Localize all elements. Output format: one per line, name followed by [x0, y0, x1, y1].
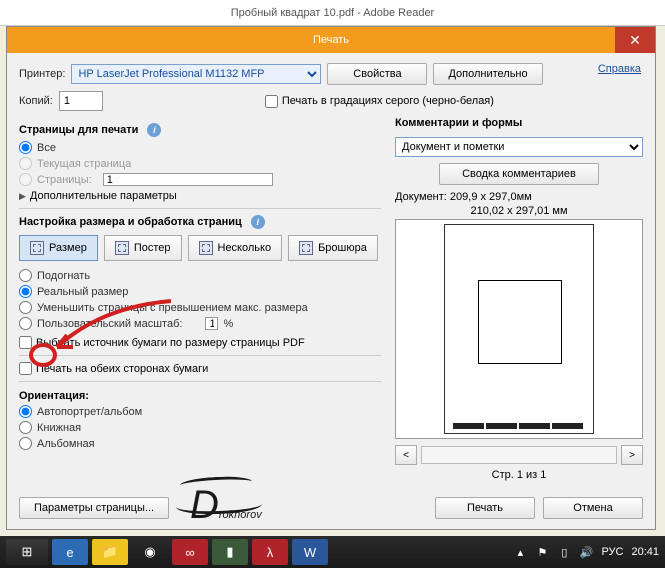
app-title: Пробный квадрат 10.pdf - Adobe Reader — [231, 7, 434, 19]
properties-button[interactable]: Свойства — [327, 63, 427, 85]
radio-all[interactable]: Все — [19, 141, 381, 154]
tray-up-icon[interactable]: ▴ — [513, 545, 527, 559]
info-icon[interactable]: i — [147, 123, 161, 137]
next-page-button[interactable]: > — [621, 445, 643, 465]
tab-multiple[interactable]: Несколько — [188, 235, 283, 261]
grayscale-label: Печать в градациях серого (черно-белая) — [282, 95, 494, 107]
preview-page — [444, 224, 594, 434]
info-icon[interactable]: i — [251, 215, 265, 229]
radio-actual[interactable]: Реальный размер — [19, 285, 381, 298]
tab-booklet[interactable]: Брошюра — [288, 235, 378, 261]
radio-fit[interactable]: Подогнать — [19, 269, 381, 282]
copies-input[interactable] — [59, 91, 103, 111]
page-indicator: Стр. 1 из 1 — [395, 469, 643, 481]
custom-scale-input[interactable] — [205, 317, 218, 330]
tray-flag-icon[interactable]: ⚑ — [535, 545, 549, 559]
radio-shrink[interactable]: Уменьшить страницы с превышением макс. р… — [19, 301, 381, 314]
taskbar-app1-icon[interactable]: ▮ — [212, 539, 248, 565]
dialog-title: Печать — [313, 34, 349, 46]
orientation-title: Ориентация: — [19, 390, 381, 402]
doc-dimensions: Документ: 209,9 x 297,0мм — [395, 191, 643, 203]
paper-dimensions: 210,02 x 297,01 мм — [395, 205, 643, 217]
radio-auto-orient[interactable]: Автопортрет/альбом — [19, 405, 381, 418]
prev-page-button[interactable]: < — [395, 445, 417, 465]
radio-custom[interactable]: Пользовательский масштаб: % — [19, 317, 381, 330]
radio-portrait[interactable]: Книжная — [19, 421, 381, 434]
taskbar-reader-icon[interactable]: λ — [252, 539, 288, 565]
print-preview — [395, 219, 643, 439]
pages-group-title: Страницы для печати i — [19, 123, 381, 137]
comments-title: Комментарии и формы — [395, 117, 643, 129]
radio-landscape[interactable]: Альбомная — [19, 437, 381, 450]
printer-select[interactable]: HP LaserJet Professional M1132 MFP — [71, 64, 321, 84]
printer-label: Принтер: — [19, 68, 65, 80]
duplex-checkbox[interactable]: Печать на обеих сторонах бумаги — [19, 362, 381, 375]
triangle-icon: ▶ — [19, 191, 26, 202]
print-dialog: Печать ✕ Справка Принтер: HP LaserJet Pr… — [6, 26, 656, 530]
taskbar-word-icon[interactable]: W — [292, 539, 328, 565]
sizing-group-title: Настройка размера и обработка страниц i — [19, 215, 381, 229]
taskbar: ⊞ e 📁 ◉ ∞ ▮ λ W ▴ ⚑ ▯ 🔊 РУС 20:41 — [0, 536, 665, 568]
radio-range[interactable]: Страницы: — [19, 173, 381, 186]
copies-label: Копий: — [19, 95, 53, 107]
tab-size[interactable]: Размер — [19, 235, 98, 261]
page-scroll-track[interactable] — [421, 446, 617, 464]
page-setup-button[interactable]: Параметры страницы... — [19, 497, 169, 519]
taskbar-chrome-icon[interactable]: ◉ — [132, 539, 168, 565]
summary-button[interactable]: Сводка комментариев — [439, 163, 599, 185]
radio-current[interactable]: Текущая страница — [19, 157, 381, 170]
close-button[interactable]: ✕ — [615, 27, 655, 53]
start-button[interactable]: ⊞ — [6, 539, 48, 565]
grayscale-checkbox[interactable]: Печать в градациях серого (черно-белая) — [265, 95, 494, 108]
paper-source-checkbox[interactable]: Выбрать источник бумаги по размеру стран… — [19, 336, 381, 349]
taskbar-ie-icon[interactable]: e — [52, 539, 88, 565]
taskbar-cc-icon[interactable]: ∞ — [172, 539, 208, 565]
tab-poster[interactable]: Постер — [104, 235, 182, 261]
tray-lang[interactable]: РУС — [601, 546, 623, 558]
app-titlebar: Пробный квадрат 10.pdf - Adobe Reader — [0, 0, 665, 26]
multiple-icon — [199, 241, 213, 255]
help-link[interactable]: Справка — [598, 63, 641, 75]
tray-time[interactable]: 20:41 — [631, 546, 659, 558]
grayscale-input[interactable] — [265, 95, 278, 108]
booklet-icon — [299, 241, 313, 255]
tray-volume-icon[interactable]: 🔊 — [579, 545, 593, 559]
poster-icon — [115, 241, 129, 255]
range-input[interactable] — [103, 173, 273, 186]
size-icon — [30, 241, 44, 255]
advanced-button[interactable]: Дополнительно — [433, 63, 542, 85]
comments-select[interactable]: Документ и пометки — [395, 137, 643, 157]
cancel-button[interactable]: Отмена — [543, 497, 643, 519]
preview-footer-marks — [453, 423, 583, 429]
dialog-titlebar: Печать ✕ — [7, 27, 655, 53]
more-options-toggle[interactable]: ▶ Дополнительные параметры — [19, 190, 381, 202]
taskbar-explorer-icon[interactable]: 📁 — [92, 539, 128, 565]
system-tray: ▴ ⚑ ▯ 🔊 РУС 20:41 — [513, 545, 659, 559]
tray-network-icon[interactable]: ▯ — [557, 545, 571, 559]
print-button[interactable]: Печать — [435, 497, 535, 519]
preview-square — [478, 280, 562, 364]
